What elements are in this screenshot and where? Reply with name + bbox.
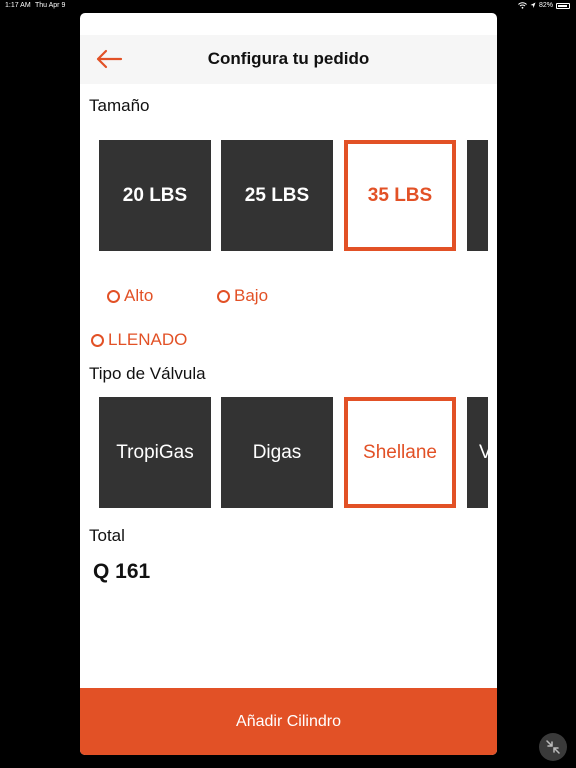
- radio-alto-label: Alto: [124, 286, 154, 305]
- order-config-modal: Configura tu pedido Tamaño 20 LBS 25 LBS…: [80, 13, 497, 755]
- radio-llenado[interactable]: LLENADO: [91, 330, 187, 350]
- wifi-icon: [518, 2, 527, 9]
- add-cylinder-button[interactable]: Añadir Cilindro: [80, 688, 497, 755]
- header: Configura tu pedido: [80, 35, 497, 84]
- valve-section-label: Tipo de Válvula: [89, 364, 206, 383]
- status-bar: 1:17 AM Thu Apr 9 82%: [0, 0, 576, 12]
- radio-circle-icon: [217, 289, 230, 303]
- valve-option-shellane[interactable]: Shellane: [344, 397, 456, 508]
- radio-circle-icon: [91, 333, 104, 347]
- collapse-arrows-icon: [546, 740, 560, 754]
- valve-option-digas[interactable]: Digas: [221, 397, 333, 508]
- location-icon: [530, 2, 536, 8]
- size-section-label: Tamaño: [89, 96, 150, 115]
- size-option-20lbs[interactable]: 20 LBS: [99, 140, 211, 251]
- size-option-35lbs[interactable]: 35 LBS: [344, 140, 456, 251]
- total-value: Q 161: [93, 560, 151, 583]
- status-date: Thu Apr 9: [35, 2, 66, 9]
- radio-alto[interactable]: Alto: [107, 286, 153, 306]
- battery-percent: 82%: [538, 2, 553, 9]
- radio-llenado-label: LLENADO: [108, 330, 188, 349]
- radio-circle-icon: [107, 289, 120, 303]
- battery-icon: [556, 2, 570, 9]
- page-title: Configura tu pedido: [207, 49, 370, 68]
- valve-option-tropigas[interactable]: TropiGas: [99, 397, 211, 508]
- valve-option-partial[interactable]: V: [467, 397, 488, 508]
- size-option-partial[interactable]: [467, 140, 488, 251]
- radio-bajo-label: Bajo: [234, 286, 269, 305]
- size-option-25lbs[interactable]: 25 LBS: [221, 140, 333, 251]
- collapse-button[interactable]: [539, 733, 567, 761]
- status-time: 1:17 AM: [5, 2, 31, 9]
- status-indicators: 82%: [518, 2, 570, 9]
- radio-bajo[interactable]: Bajo: [217, 286, 268, 306]
- total-label: Total: [89, 526, 125, 545]
